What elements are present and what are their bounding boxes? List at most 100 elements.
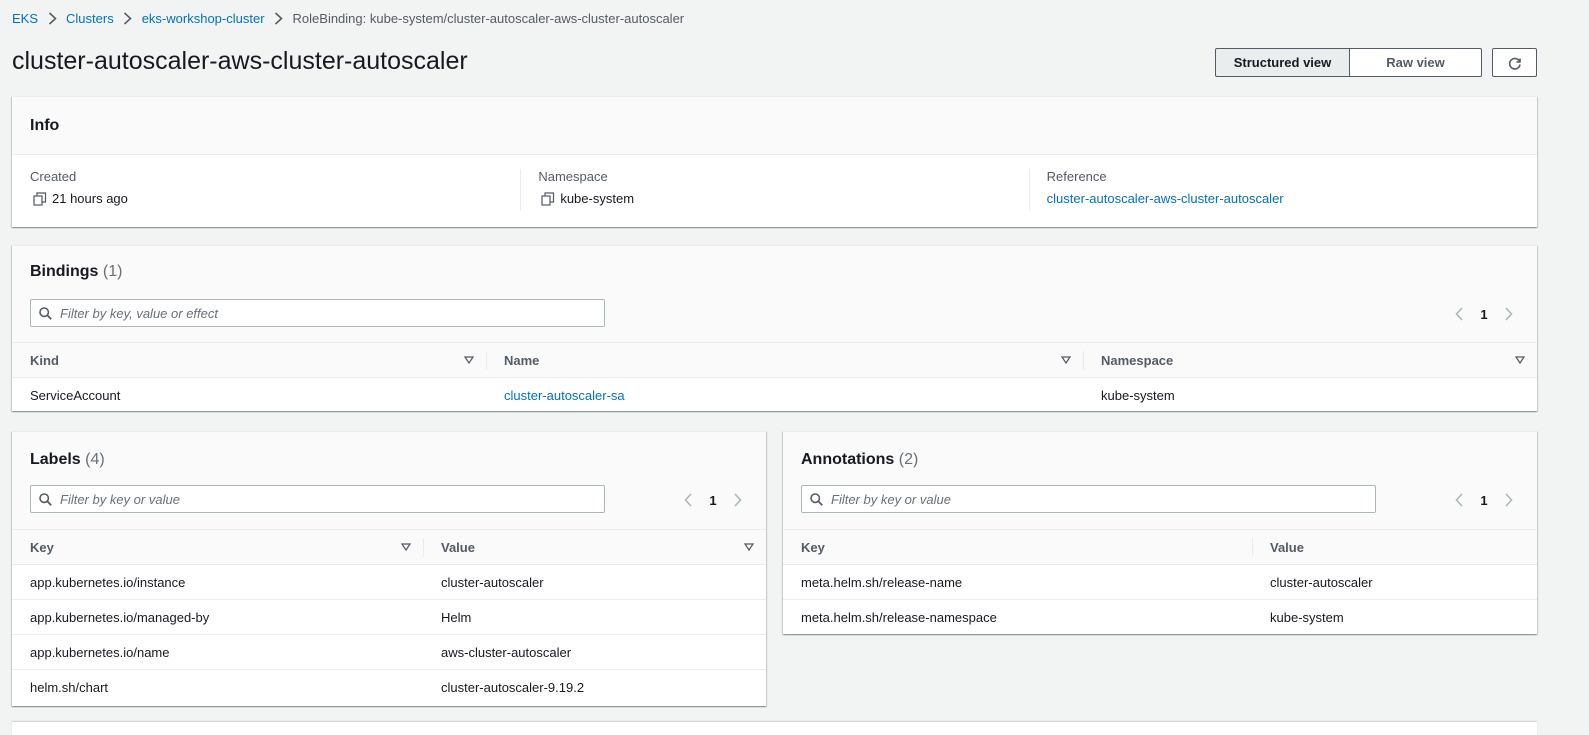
annotations-panel: Annotations (2) 1 Key Value meta.helm.sh… — [783, 431, 1537, 634]
binding-name-link[interactable]: cluster-autoscaler-sa — [504, 388, 625, 403]
annotation-key: meta.helm.sh/release-name — [783, 564, 1252, 600]
chevron-left-icon[interactable] — [1447, 493, 1471, 507]
table-row: app.kubernetes.io/managed-by Helm — [12, 599, 766, 635]
annotations-title: Annotations (2) — [801, 451, 918, 469]
chevron-right-icon — [38, 11, 66, 25]
search-icon — [39, 492, 60, 506]
page-title: cluster-autoscaler-aws-cluster-autoscale… — [12, 47, 468, 75]
sort-icon[interactable] — [1515, 355, 1525, 365]
label-key: app.kubernetes.io/instance — [12, 564, 423, 600]
labels-search[interactable] — [30, 485, 605, 513]
column-header-kind[interactable]: Kind — [12, 342, 486, 378]
breadcrumb-clusters[interactable]: Clusters — [66, 11, 114, 26]
labels-search-input[interactable] — [60, 491, 569, 507]
label-value: cluster-autoscaler — [423, 564, 766, 600]
labels-title: Labels (4) — [30, 451, 105, 469]
table-row: app.kubernetes.io/instance cluster-autosc… — [12, 564, 766, 600]
created-value: 21 hours ago — [52, 191, 128, 206]
chevron-right-icon — [265, 11, 293, 25]
sort-icon[interactable] — [744, 542, 754, 552]
chevron-right-icon[interactable] — [1497, 493, 1521, 507]
refresh-button[interactable] — [1492, 48, 1537, 77]
namespace-value: kube-system — [560, 191, 635, 206]
sort-icon[interactable] — [401, 542, 411, 552]
table-row: app.kubernetes.io/name aws-cluster-autosc… — [12, 634, 766, 670]
annotations-page-number[interactable]: 1 — [1471, 493, 1497, 508]
breadcrumb-cluster[interactable]: eks-workshop-cluster — [142, 11, 265, 26]
labels-pagination: 1 — [676, 490, 750, 510]
view-toggle: Structured view Raw view — [1215, 48, 1482, 77]
binding-namespace: kube-system — [1101, 387, 1175, 403]
column-label: Kind — [30, 352, 59, 368]
info-panel: Info Created 21 hours ago Namespace kube… — [12, 96, 1537, 227]
labels-header: Labels (4) 1 — [12, 432, 766, 529]
labels-count: (4) — [85, 451, 105, 468]
sort-icon[interactable] — [464, 355, 474, 365]
sort-icon[interactable] — [1061, 355, 1071, 365]
reference-link[interactable]: cluster-autoscaler-aws-cluster-autoscale… — [1047, 191, 1284, 206]
bindings-title-text: Bindings — [30, 263, 99, 280]
namespace-label: Namespace — [538, 169, 608, 184]
column-label: Key — [30, 539, 54, 555]
chevron-left-icon[interactable] — [676, 493, 700, 507]
labels-title-text: Labels — [30, 451, 81, 468]
bindings-count: (1) — [102, 263, 123, 280]
chevron-right-icon[interactable] — [1497, 307, 1521, 321]
labels-panel: Labels (4) 1 Key Value app.kubernetes.io… — [12, 431, 766, 706]
labels-table: Key Value app.kubernetes.io/instance clus… — [12, 529, 766, 705]
bindings-page-number[interactable]: 1 — [1471, 307, 1497, 322]
breadcrumb: EKS Clusters eks-workshop-cluster RoleBi… — [12, 8, 684, 28]
annotations-title-text: Annotations — [801, 451, 895, 468]
bindings-search[interactable] — [30, 299, 605, 327]
column-header-key[interactable]: Key — [12, 529, 423, 565]
annotations-pagination: 1 — [1447, 490, 1521, 510]
copy-icon[interactable] — [33, 191, 47, 206]
info-title: Info — [30, 116, 60, 134]
info-reference: Reference cluster-autoscaler-aws-cluster… — [1028, 169, 1537, 227]
column-header-name[interactable]: Name — [486, 342, 1083, 378]
binding-kind: ServiceAccount — [30, 387, 121, 403]
annotations-search[interactable] — [801, 485, 1376, 513]
column-label: Key — [801, 539, 825, 555]
annotations-count: (2) — [898, 451, 919, 468]
label-value: Helm — [423, 599, 766, 635]
column-header-namespace[interactable]: Namespace — [1083, 342, 1537, 378]
annotations-search-input[interactable] — [831, 491, 1340, 507]
bindings-title: Bindings (1) — [30, 263, 122, 281]
chevron-right-icon — [114, 11, 142, 25]
info-header: Info — [12, 97, 1537, 155]
label-key: app.kubernetes.io/name — [12, 634, 423, 670]
annotation-value: cluster-autoscaler — [1252, 564, 1537, 600]
label-key: helm.sh/chart — [30, 679, 109, 695]
table-row: meta.helm.sh/release-namespace kube-syste… — [783, 600, 1537, 635]
reference-label: Reference — [1046, 169, 1107, 184]
bindings-search-input[interactable] — [60, 305, 569, 321]
labels-page-number[interactable]: 1 — [700, 493, 726, 508]
label-value: cluster-autoscaler-9.19.2 — [441, 679, 585, 695]
breadcrumb-eks[interactable]: EKS — [12, 11, 38, 26]
column-label: Value — [441, 539, 475, 555]
label-key: app.kubernetes.io/managed-by — [12, 599, 423, 635]
copy-icon[interactable] — [541, 191, 555, 206]
structured-view-button[interactable]: Structured view — [1215, 48, 1350, 77]
bindings-header: Bindings (1) 1 — [12, 246, 1537, 342]
column-header-key: Key — [783, 529, 1252, 565]
table-row: helm.sh/chart cluster-autoscaler-9.19.2 — [12, 670, 766, 705]
info-created: Created 21 hours ago — [12, 169, 520, 227]
refresh-icon — [1507, 55, 1523, 71]
column-header-value[interactable]: Value — [423, 529, 766, 565]
breadcrumb-current: RoleBinding: kube-system/cluster-autosca… — [292, 10, 685, 26]
label-value: aws-cluster-autoscaler — [423, 634, 766, 670]
search-icon — [39, 306, 60, 320]
next-panel-edge — [12, 722, 1537, 735]
column-header-value: Value — [1252, 529, 1537, 565]
table-row: meta.helm.sh/release-name cluster-autosca… — [783, 564, 1537, 600]
search-icon — [810, 492, 831, 506]
annotations-table: Key Value meta.helm.sh/release-name clust… — [783, 529, 1537, 635]
table-row: ServiceAccount cluster-autoscaler-sa kub… — [12, 378, 1537, 413]
raw-view-button[interactable]: Raw view — [1350, 48, 1482, 77]
bindings-panel: Bindings (1) 1 Kind Name Namespace Servi… — [12, 245, 1537, 411]
info-namespace: Namespace kube-system — [520, 169, 1028, 227]
chevron-right-icon[interactable] — [726, 493, 750, 507]
chevron-left-icon[interactable] — [1447, 307, 1471, 321]
